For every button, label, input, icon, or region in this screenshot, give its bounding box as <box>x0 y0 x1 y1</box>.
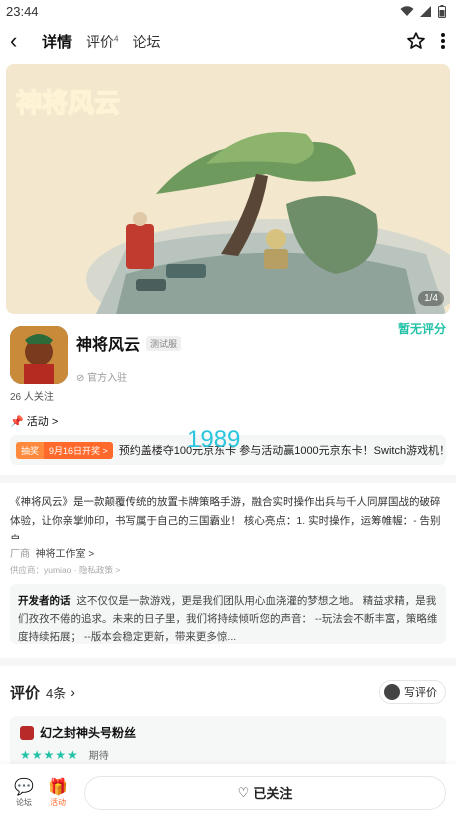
hero-logo-text: 神将风云 <box>16 88 120 118</box>
reviewer-name: 幻之封神头号粉丝 <box>40 726 137 740</box>
tab-reviews-count: 4 <box>114 33 119 43</box>
hero-page-counter: 1/4 <box>418 291 444 306</box>
star-outline-icon[interactable] <box>406 31 426 51</box>
review-tag: 期待 <box>88 751 109 762</box>
signal-icon <box>420 5 431 17</box>
tab-bar: 详情 评价4 论坛 <box>39 31 160 55</box>
app-name-row: 神将风云 测试服 <box>76 331 182 355</box>
hero-banner[interactable]: 神将风云 1/4 <box>6 64 450 314</box>
reviewer-row: 幻之封神头号粉丝 <box>20 724 436 741</box>
app-icon-image <box>10 326 68 384</box>
activity-nav-label: 活动 <box>50 798 66 807</box>
overlay-number: 1989 <box>187 426 241 453</box>
status-icons <box>400 4 446 18</box>
chevron-right-icon[interactable]: › <box>70 684 75 700</box>
vendor-label: 厂商 <box>10 549 30 560</box>
follow-button[interactable]: ♡ 已关注 <box>84 775 446 810</box>
draw-date-badge: 9月16日开奖 > <box>44 441 113 459</box>
tab-forum[interactable]: 论坛 <box>132 32 160 52</box>
hero-illustration: 神将风云 <box>6 64 450 314</box>
status-time: 23:44 <box>6 3 39 19</box>
gift-icon: 🎁 <box>48 779 68 796</box>
reviewer-avatar <box>20 725 34 740</box>
rating-stars: ★★★★★ <box>20 747 79 762</box>
chat-bubble-icon: 💬 <box>14 779 34 796</box>
follow-label: 已关注 <box>253 786 293 801</box>
section-divider <box>0 658 456 666</box>
review-rating-row: ★★★★★ 期待 <box>20 747 436 763</box>
back-arrow-icon[interactable]: ‹ <box>10 28 34 54</box>
provider-line[interactable]: 供应商：yumiao · 隐私政策 > <box>0 564 456 576</box>
developer-note[interactable]: 开发者的话 这不仅仅是一款游戏，更是我们团队用心血浇灌的梦想之地。 精益求精，是… <box>10 584 446 644</box>
top-nav: ‹ 详情 评价4 论坛 <box>0 22 456 60</box>
activity-text: 预约盖楼夺100元京东卡 参与活动赢1000元京东卡！Switch游戏机！ <box>118 445 446 457</box>
prize-badge: 抽奖 <box>16 441 45 459</box>
battery-icon <box>438 4 446 18</box>
tab-details-label: 详情 <box>42 33 73 51</box>
official-badge: ⊘ 官方入驻 <box>76 373 128 384</box>
app-info: 神将风云 测试服 ⊘ 官方入驻 暂无评分 <box>0 314 456 384</box>
tab-reviews[interactable]: 评价4 <box>86 32 118 52</box>
tab-details[interactable]: 详情 <box>39 31 75 55</box>
reviews-header: 评价 4条 › 写评价 <box>0 666 456 704</box>
wifi-icon <box>400 5 414 16</box>
test-server-tag: 测试服 <box>146 335 182 351</box>
reviews-title: 评价 <box>10 684 41 702</box>
no-score-label: 暂无评分 <box>397 322 446 336</box>
status-bar: 23:44 <box>0 0 456 22</box>
write-review-label: 写评价 <box>404 687 437 699</box>
section-divider <box>0 475 456 483</box>
official-label: 官方入驻 <box>87 373 128 384</box>
heart-icon: ♡ <box>237 784 250 800</box>
reviews-count[interactable]: 4条 <box>46 683 66 702</box>
forum-nav-item[interactable]: 💬 论坛 <box>10 777 38 808</box>
forum-nav-label: 论坛 <box>16 798 32 807</box>
write-review-button[interactable]: 写评价 <box>379 680 446 704</box>
developer-note-text: 这不仅仅是一款游戏，更是我们团队用心血浇灌的梦想之地。 精益求精，是我们孜孜不倦… <box>18 595 438 643</box>
developer-note-label: 开发者的话 <box>18 595 71 607</box>
vendor-line[interactable]: 厂商 神将工作室 > <box>0 545 456 560</box>
activity-nav-item[interactable]: 🎁 活动 <box>44 777 72 808</box>
more-vertical-icon[interactable] <box>440 32 446 50</box>
game-description[interactable]: 《神将风云》是一款颠覆传统的放置卡牌策略手游，融合实时操作出兵与千人同屏国战的破… <box>0 483 456 539</box>
tab-reviews-label: 评价 <box>86 33 115 50</box>
vendor-value: 神将工作室 > <box>35 549 95 560</box>
app-meta: 神将风云 测试服 ⊘ 官方入驻 <box>76 326 182 384</box>
activity-header-label: 活动 > <box>26 416 59 428</box>
followers-count: 26 人关注 <box>10 392 54 403</box>
app-icon[interactable] <box>10 326 68 384</box>
avatar <box>384 684 400 700</box>
tab-forum-label: 论坛 <box>132 33 161 50</box>
bottom-bar: 💬 论坛 🎁 活动 ♡ 已关注 <box>0 764 456 821</box>
app-name: 神将风云 <box>76 337 141 354</box>
